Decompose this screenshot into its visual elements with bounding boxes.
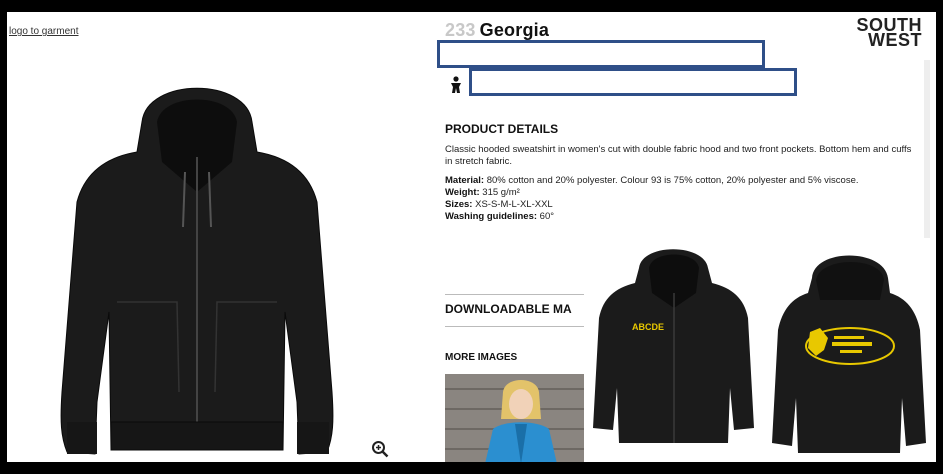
product-page: logo to garment 233Georgia SOUTH WEST P (7, 12, 936, 462)
front-chest-print: ABCDE (632, 322, 664, 332)
redaction-box-1 (437, 40, 765, 68)
product-number: 233 (445, 20, 476, 40)
more-images-heading: MORE IMAGES (445, 352, 518, 363)
washing-label: Washing guidelines: (445, 211, 538, 222)
spec-washing: Washing guidelines: 60° (445, 211, 915, 223)
logo-to-garment-link[interactable]: logo to garment (9, 26, 79, 37)
hoodie-main-image (60, 87, 334, 455)
product-details: PRODUCT DETAILS Classic hooded sweatshir… (445, 122, 915, 223)
washing-value: 60° (539, 211, 555, 222)
product-name: Georgia (479, 20, 550, 40)
spec-sizes: Sizes: XS-S-M-L-XL-XXL (445, 199, 915, 211)
person-icon (451, 76, 461, 93)
downloadable-heading[interactable]: DOWNLOADABLE MA (445, 302, 572, 316)
product-description: Classic hooded sweatshirt in women's cut… (445, 144, 912, 167)
sizes-label: Sizes: (445, 199, 473, 210)
spec-material: Material: 80% cotton and 20% polyester. … (445, 175, 915, 187)
material-label: Material: (445, 175, 485, 186)
weight-value: 315 g/m² (482, 187, 520, 198)
weight-label: Weight: (445, 187, 480, 198)
product-title: 233 Georgia (445, 20, 549, 41)
printed-hoodies-image: ABCDE (584, 238, 936, 462)
brand-line-2: WEST (868, 30, 922, 50)
model-thumbnail[interactable] (445, 374, 585, 462)
brand-logo: SOUTH WEST (857, 16, 923, 50)
material-value: 80% cotton and 20% polyester. Colour 93 … (486, 175, 859, 186)
scrollbar[interactable] (924, 60, 930, 260)
product-details-heading: PRODUCT DETAILS (445, 122, 559, 136)
spec-weight: Weight: 315 g/m² (445, 187, 915, 199)
divider (445, 294, 595, 295)
sizes-value: XS-S-M-L-XL-XXL (475, 199, 553, 210)
zoom-in-icon[interactable] (371, 440, 389, 458)
divider (445, 326, 595, 327)
redaction-box-2 (469, 68, 797, 96)
